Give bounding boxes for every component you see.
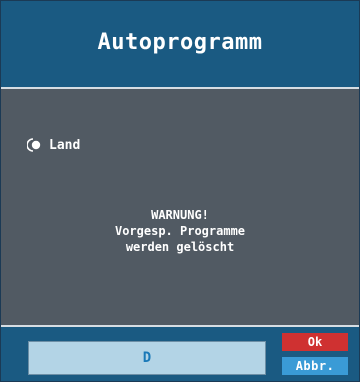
radio-selected-icon [26,137,43,153]
country-input[interactable]: D [28,341,266,375]
dialog-header: Autoprogramm [1,1,359,87]
dialog-footer: D Ok Abbr. [1,327,359,381]
warning-line-3: werden gelöscht [125,240,235,254]
land-option[interactable]: Land [26,137,81,153]
warning-title: WARNUNG! [151,208,209,222]
dialog-content: Land WARNUNG! Vorgesp. Programme werden … [1,89,359,325]
ok-button[interactable]: Ok [282,333,348,351]
warning-message: WARNUNG! Vorgesp. Programme werden gelös… [1,207,359,255]
dialog-title: Autoprogramm [97,29,263,55]
warning-line-2: Vorgesp. Programme [114,224,246,238]
cancel-button[interactable]: Abbr. [282,357,348,375]
autoprogram-dialog: Autoprogramm Land WARNUNG! Vorgesp. Prog… [0,0,360,382]
land-label: Land [49,137,81,153]
country-input-value: D [142,350,152,366]
